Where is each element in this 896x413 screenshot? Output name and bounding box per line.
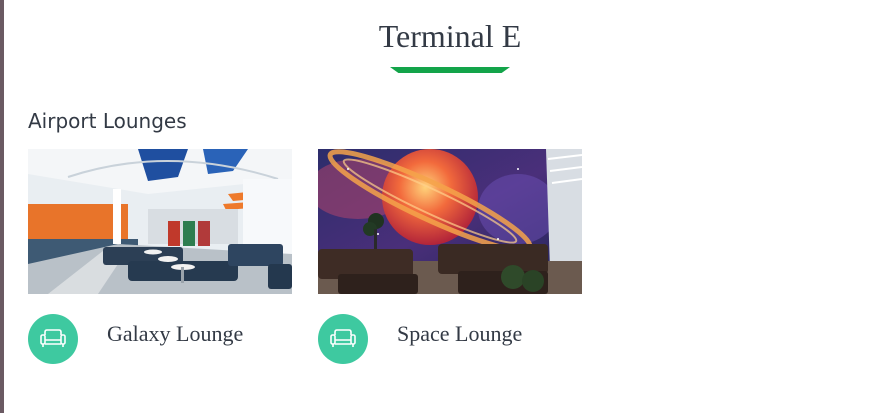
window-edge [0, 0, 4, 413]
sofa-icon [318, 314, 368, 364]
sofa-icon [28, 314, 78, 364]
page-title: Terminal E [378, 18, 522, 54]
lounge-card-galaxy[interactable]: Galaxy Lounge [28, 149, 292, 369]
section-title: Airport Lounges [28, 109, 187, 133]
title-underline [390, 67, 510, 73]
lounge-name[interactable]: Galaxy Lounge [107, 321, 243, 347]
lounge-photo-galaxy[interactable] [28, 149, 292, 294]
lounge-photo-space[interactable] [318, 149, 582, 294]
lounge-name[interactable]: Space Lounge [397, 321, 522, 347]
lounge-card-space[interactable]: Space Lounge [318, 149, 582, 369]
